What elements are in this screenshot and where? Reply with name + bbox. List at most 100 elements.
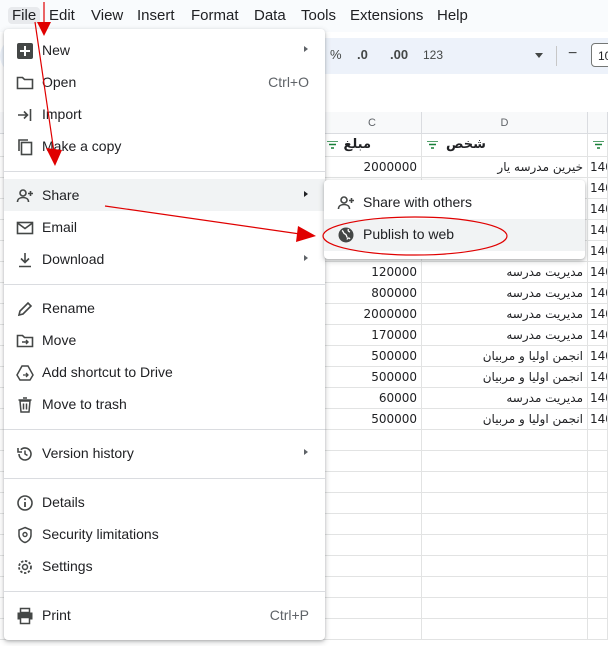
empty-cell[interactable] [588,430,608,451]
font-size-input[interactable]: 10 [591,43,608,67]
empty-cell[interactable] [422,493,588,514]
increase-decimal-button[interactable]: .00 [390,47,408,62]
column-e-cell[interactable]: 140 [588,220,608,241]
menu-item-details-label: Details [42,494,85,510]
submenu-arrow-icon [304,449,308,455]
filter-icon[interactable] [327,141,338,149]
empty-cell[interactable] [588,535,608,556]
person-add-icon [16,189,33,203]
menu-file[interactable]: File [8,7,41,24]
column-e-cell[interactable]: 140 [588,157,608,178]
column-e-cell[interactable]: 140 [588,367,608,388]
menu-item-email-label: Email [42,219,78,235]
empty-cell[interactable] [422,619,588,640]
menu-item-settings[interactable]: Settings [4,550,325,582]
menu-item-version-history[interactable]: Version history [4,437,325,469]
trash-icon [18,397,32,413]
empty-cell[interactable] [588,619,608,640]
info-icon [17,495,33,511]
decrease-font-size-button[interactable]: − [568,45,577,63]
empty-cell[interactable] [588,577,608,598]
filter-icon[interactable] [427,141,438,149]
empty-cell[interactable] [422,556,588,577]
menu-view[interactable]: View [91,7,123,24]
empty-cell[interactable] [422,598,588,619]
menu-item-trash[interactable]: Move to trash [4,388,325,420]
submenu-item-share-with-others[interactable]: Share with others [324,187,585,219]
column-e-cell[interactable]: 140 [588,283,608,304]
amount-header-label: مبلغ [343,137,371,152]
person-cell[interactable]: مدیریت مدرسه [422,325,588,346]
empty-cell[interactable] [588,493,608,514]
copy-icon [18,139,33,156]
toolbar-divider [556,46,557,66]
empty-cell[interactable] [422,472,588,493]
menu-item-move[interactable]: Move [4,324,325,356]
menu-item-email[interactable]: Email [4,211,325,243]
person-cell[interactable]: مدیریت مدرسه [422,283,588,304]
filter-icon[interactable] [593,141,604,149]
column-e-cell[interactable]: 140 [588,388,608,409]
menu-item-rename[interactable]: Rename [4,292,325,324]
header-cell-person[interactable]: شخص [422,134,588,157]
menu-item-download[interactable]: Download [4,243,325,275]
empty-cell[interactable] [422,430,588,451]
empty-cell[interactable] [422,451,588,472]
column-header-e[interactable] [588,112,608,134]
menu-data[interactable]: Data [254,7,286,24]
open-shortcut: Ctrl+O [268,74,309,90]
menu-item-open[interactable]: Open Ctrl+O [4,66,325,98]
person-cell[interactable]: مدیریت مدرسه [422,262,588,283]
format-percent-button[interactable]: % [330,47,342,62]
menu-item-security[interactable]: Security limitations [4,518,325,550]
menu-item-add-shortcut[interactable]: Add shortcut to Drive [4,356,325,388]
empty-cell[interactable] [588,556,608,577]
column-e-cell[interactable]: 140 [588,262,608,283]
person-add-icon [337,196,354,210]
menu-help[interactable]: Help [437,7,468,24]
menu-divider [4,171,325,172]
menu-format[interactable]: Format [191,7,239,24]
person-cell[interactable]: انجمن اولیا و مربیان [422,409,588,430]
person-cell[interactable]: مدیریت مدرسه [422,388,588,409]
person-cell[interactable]: خیرین مدرسه یار [422,157,588,178]
menu-divider [4,591,325,592]
person-cell[interactable]: مدیریت مدرسه [422,304,588,325]
menu-item-security-label: Security limitations [42,526,159,542]
empty-cell[interactable] [422,514,588,535]
menu-item-details[interactable]: Details [4,486,325,518]
menu-insert[interactable]: Insert [137,7,175,24]
menu-item-new[interactable]: New [4,34,325,66]
empty-cell[interactable] [588,514,608,535]
column-header-d[interactable]: D [422,112,588,134]
decrease-decimal-button[interactable]: .0 [357,47,368,62]
empty-cell[interactable] [422,577,588,598]
menu-divider [4,284,325,285]
menu-item-share[interactable]: Share [4,179,325,211]
menu-bar: File Edit View Insert Format Data Tools … [0,0,608,32]
person-cell[interactable]: انجمن اولیا و مربیان [422,346,588,367]
menu-tools[interactable]: Tools [301,7,336,24]
column-e-cell[interactable]: 140 [588,178,608,199]
menu-item-make-copy[interactable]: Make a copy [4,130,325,162]
column-e-cell[interactable]: 140 [588,199,608,220]
empty-cell[interactable] [588,472,608,493]
font-dropdown-icon[interactable] [535,53,543,58]
menu-item-print[interactable]: Print Ctrl+P [4,599,325,631]
column-e-cell[interactable]: 140 [588,304,608,325]
menu-extensions[interactable]: Extensions [350,7,423,24]
column-e-cell[interactable]: 140 [588,346,608,367]
share-with-others-label: Share with others [363,194,472,210]
number-format-button[interactable]: 123 [423,48,443,62]
menu-edit[interactable]: Edit [49,7,75,24]
menu-item-import[interactable]: Import [4,98,325,130]
submenu-item-publish-to-web[interactable]: Publish to web [324,219,585,251]
empty-cell[interactable] [588,598,608,619]
empty-cell[interactable] [588,451,608,472]
empty-cell[interactable] [422,535,588,556]
person-cell[interactable]: انجمن اولیا و مربیان [422,367,588,388]
printer-icon [17,607,33,625]
column-e-cell[interactable]: 140 [588,409,608,430]
column-e-cell[interactable]: 140 [588,325,608,346]
column-e-cell[interactable]: 140 [588,241,608,262]
